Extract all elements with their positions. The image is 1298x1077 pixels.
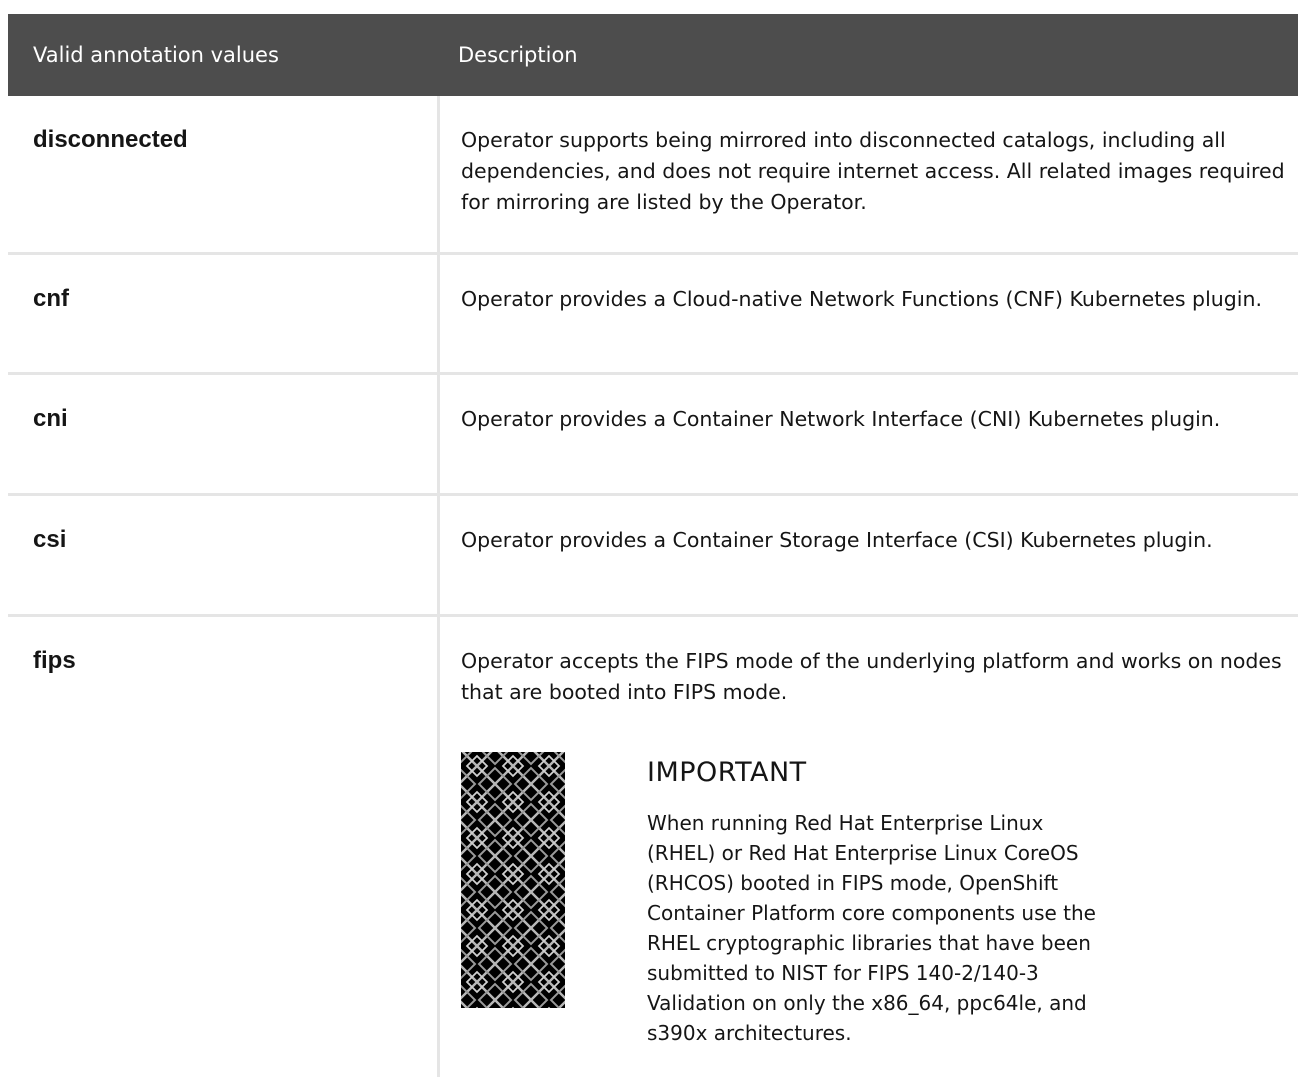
- table-row: csi Operator provides a Container Storag…: [8, 496, 1298, 617]
- annotation-description: Operator supports being mirrored into di…: [461, 128, 1285, 214]
- annotation-description: Operator provides a Container Network In…: [461, 407, 1221, 431]
- annotation-value: fips: [8, 617, 440, 1077]
- annotation-value: cnf: [8, 255, 440, 372]
- table-row: cni Operator provides a Container Networ…: [8, 375, 1298, 496]
- column-header-valid-annotation-values: Valid annotation values: [33, 43, 279, 67]
- table-header: Valid annotation values Description: [8, 14, 1298, 96]
- admonition-text: When running Red Hat Enterprise Linux (R…: [647, 811, 1096, 1045]
- annotation-value: cni: [8, 375, 440, 493]
- annotation-value: disconnected: [8, 96, 440, 252]
- annotation-values-table: Valid annotation values Description disc…: [8, 14, 1298, 1077]
- important-pattern-icon: [461, 752, 565, 1008]
- annotation-description: Operator provides a Container Storage In…: [461, 528, 1213, 552]
- table-row: disconnected Operator supports being mir…: [8, 96, 1298, 255]
- annotation-description: Operator provides a Cloud-native Network…: [461, 287, 1262, 311]
- important-admonition: IMPORTANT When running Red Hat Enterpris…: [461, 752, 1288, 1048]
- table-row: cnf Operator provides a Cloud-native Net…: [8, 255, 1298, 375]
- annotation-description: Operator accepts the FIPS mode of the un…: [461, 649, 1282, 704]
- admonition-body: IMPORTANT When running Red Hat Enterpris…: [647, 752, 1117, 1048]
- annotation-description-cell: Operator accepts the FIPS mode of the un…: [440, 617, 1298, 1077]
- admonition-title: IMPORTANT: [647, 757, 807, 788]
- annotation-value: csi: [8, 496, 440, 614]
- column-header-description: Description: [458, 43, 578, 67]
- table-row: fips Operator accepts the FIPS mode of t…: [8, 617, 1298, 1077]
